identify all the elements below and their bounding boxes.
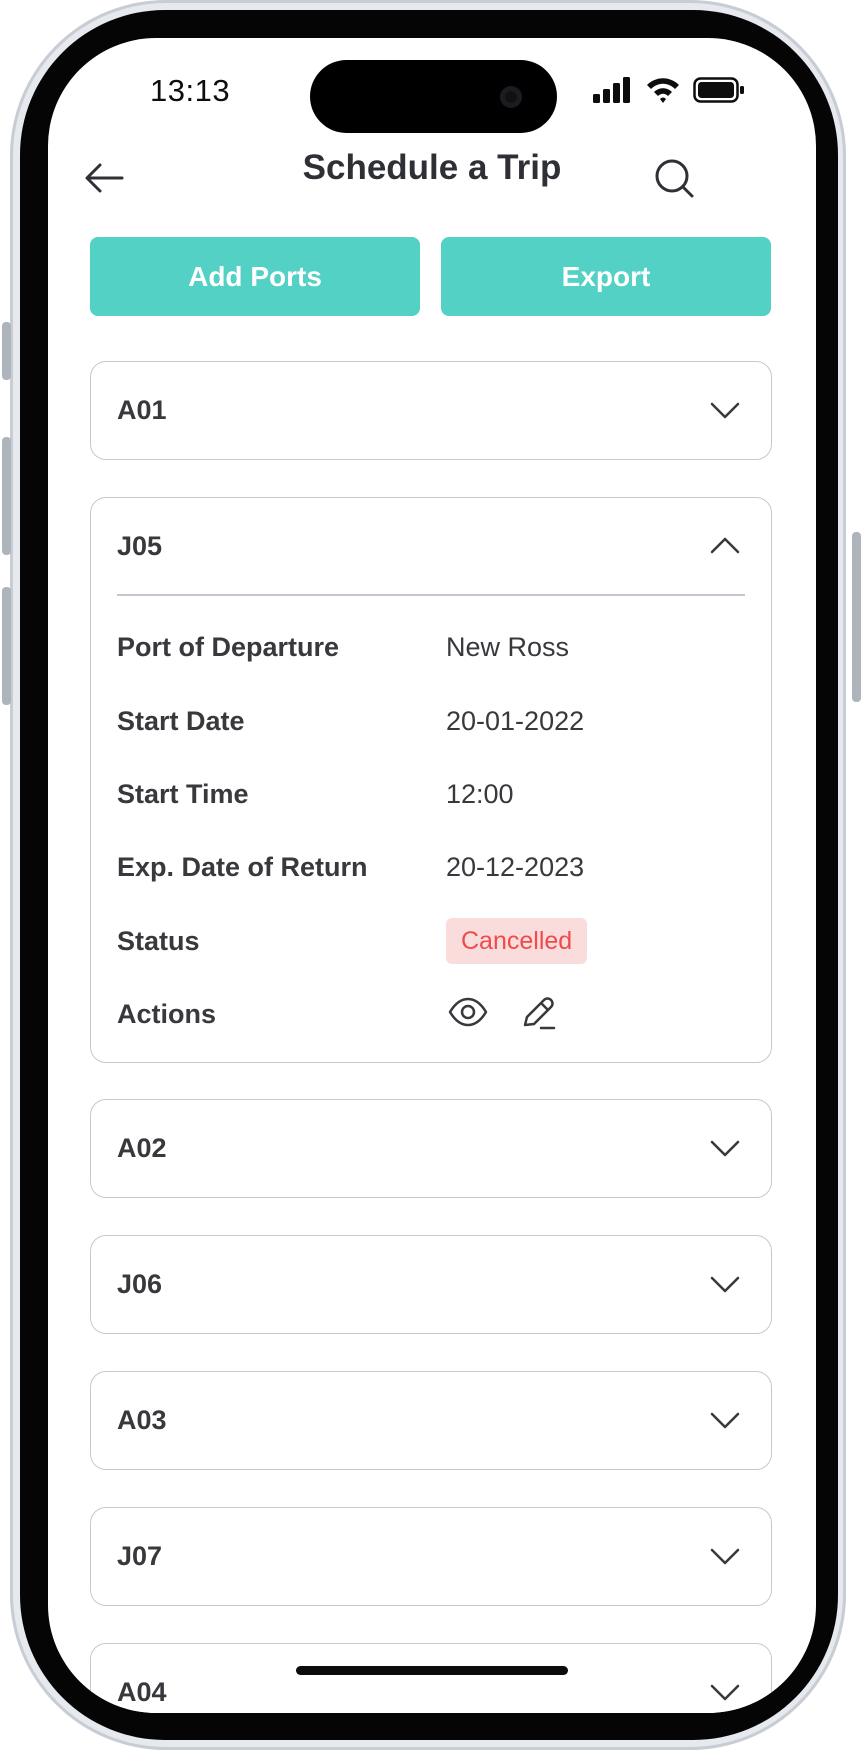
trip-card-header[interactable]: A02	[91, 1100, 771, 1196]
eye-icon	[448, 997, 488, 1027]
side-button-volume-up	[2, 437, 11, 555]
app-screen: 13:13 Schedule a Trip Add Ports Export A…	[48, 38, 816, 1713]
camera-icon	[500, 86, 522, 108]
side-button-mute	[2, 322, 11, 380]
trip-card-a03: A03	[90, 1371, 772, 1470]
trip-card-header[interactable]: J07	[91, 1508, 771, 1604]
detail-label: Status	[117, 926, 200, 956]
trip-id: A02	[117, 1133, 167, 1163]
detail-label: Start Time	[117, 779, 249, 809]
side-button-volume-down	[2, 587, 11, 705]
trip-id: J07	[117, 1541, 163, 1571]
detail-row-actions: Actions	[117, 994, 737, 1034]
search-button[interactable]	[652, 156, 696, 200]
detail-row-start-time: Start Time 12:00	[117, 774, 737, 814]
trip-card-j07: J07	[90, 1507, 772, 1606]
add-ports-button[interactable]: Add Ports	[90, 237, 420, 316]
return-date-value: 20-12-2023	[446, 852, 585, 882]
trip-id: J06	[117, 1269, 163, 1299]
trip-card-header[interactable]: J06	[91, 1236, 771, 1332]
page-title: Schedule a Trip	[302, 148, 562, 187]
trip-card-header[interactable]: A03	[91, 1372, 771, 1468]
back-button[interactable]	[82, 156, 126, 200]
cellular-signal-icon	[593, 77, 630, 103]
trip-card-a02: A02	[90, 1099, 772, 1198]
trip-card-a01: A01	[90, 361, 772, 460]
wifi-icon	[647, 78, 679, 103]
status-icons	[593, 76, 745, 104]
search-icon	[655, 159, 694, 198]
detail-row-return-date: Exp. Date of Return 20-12-2023	[117, 847, 737, 887]
trip-card-header[interactable]: A04	[91, 1644, 771, 1713]
start-date-value: 20-01-2022	[446, 706, 585, 736]
trip-id: A01	[117, 395, 167, 425]
trip-id: A03	[117, 1405, 167, 1435]
detail-row-start-date: Start Date 20-01-2022	[117, 701, 737, 741]
chevron-down-icon	[710, 1276, 740, 1293]
chevron-down-icon	[710, 1548, 740, 1565]
edit-button[interactable]	[516, 990, 560, 1034]
export-button[interactable]: Export	[441, 237, 771, 316]
trip-card-header[interactable]: J05	[91, 498, 771, 594]
view-button[interactable]	[446, 990, 490, 1034]
arrow-left-icon	[85, 163, 124, 193]
detail-label: Start Date	[117, 706, 245, 736]
trip-id: J05	[117, 531, 163, 561]
trip-card-j05: J05 Port of Departure New Ross Start Dat…	[90, 497, 772, 1063]
status-badge: Cancelled	[446, 918, 588, 964]
start-time-value: 12:00	[446, 779, 514, 809]
trip-id: A04	[117, 1677, 167, 1707]
detail-label: Port of Departure	[117, 632, 340, 662]
chevron-up-icon	[710, 537, 740, 554]
detail-row-status: Status Cancelled	[117, 918, 737, 964]
dynamic-island	[310, 60, 557, 133]
trip-card-j06: J06	[90, 1235, 772, 1334]
trip-card-a04: A04	[90, 1643, 772, 1713]
status-time: 13:13	[150, 73, 231, 108]
detail-label: Actions	[117, 999, 217, 1029]
port-of-departure-value: New Ross	[446, 632, 570, 662]
battery-icon	[693, 77, 744, 103]
phone-frame: 13:13 Schedule a Trip Add Ports Export A…	[0, 0, 863, 1751]
trip-card-header[interactable]: A01	[91, 362, 771, 458]
chevron-down-icon	[710, 1684, 740, 1701]
chevron-down-icon	[710, 1140, 740, 1157]
chevron-down-icon	[710, 402, 740, 419]
pencil-icon	[523, 997, 556, 1030]
detail-row-port-of-departure: Port of Departure New Ross	[117, 627, 737, 667]
side-button-power	[852, 532, 861, 702]
home-indicator[interactable]	[296, 1666, 568, 1675]
chevron-down-icon	[710, 1412, 740, 1429]
detail-label: Exp. Date of Return	[117, 852, 368, 882]
card-divider	[117, 594, 745, 596]
